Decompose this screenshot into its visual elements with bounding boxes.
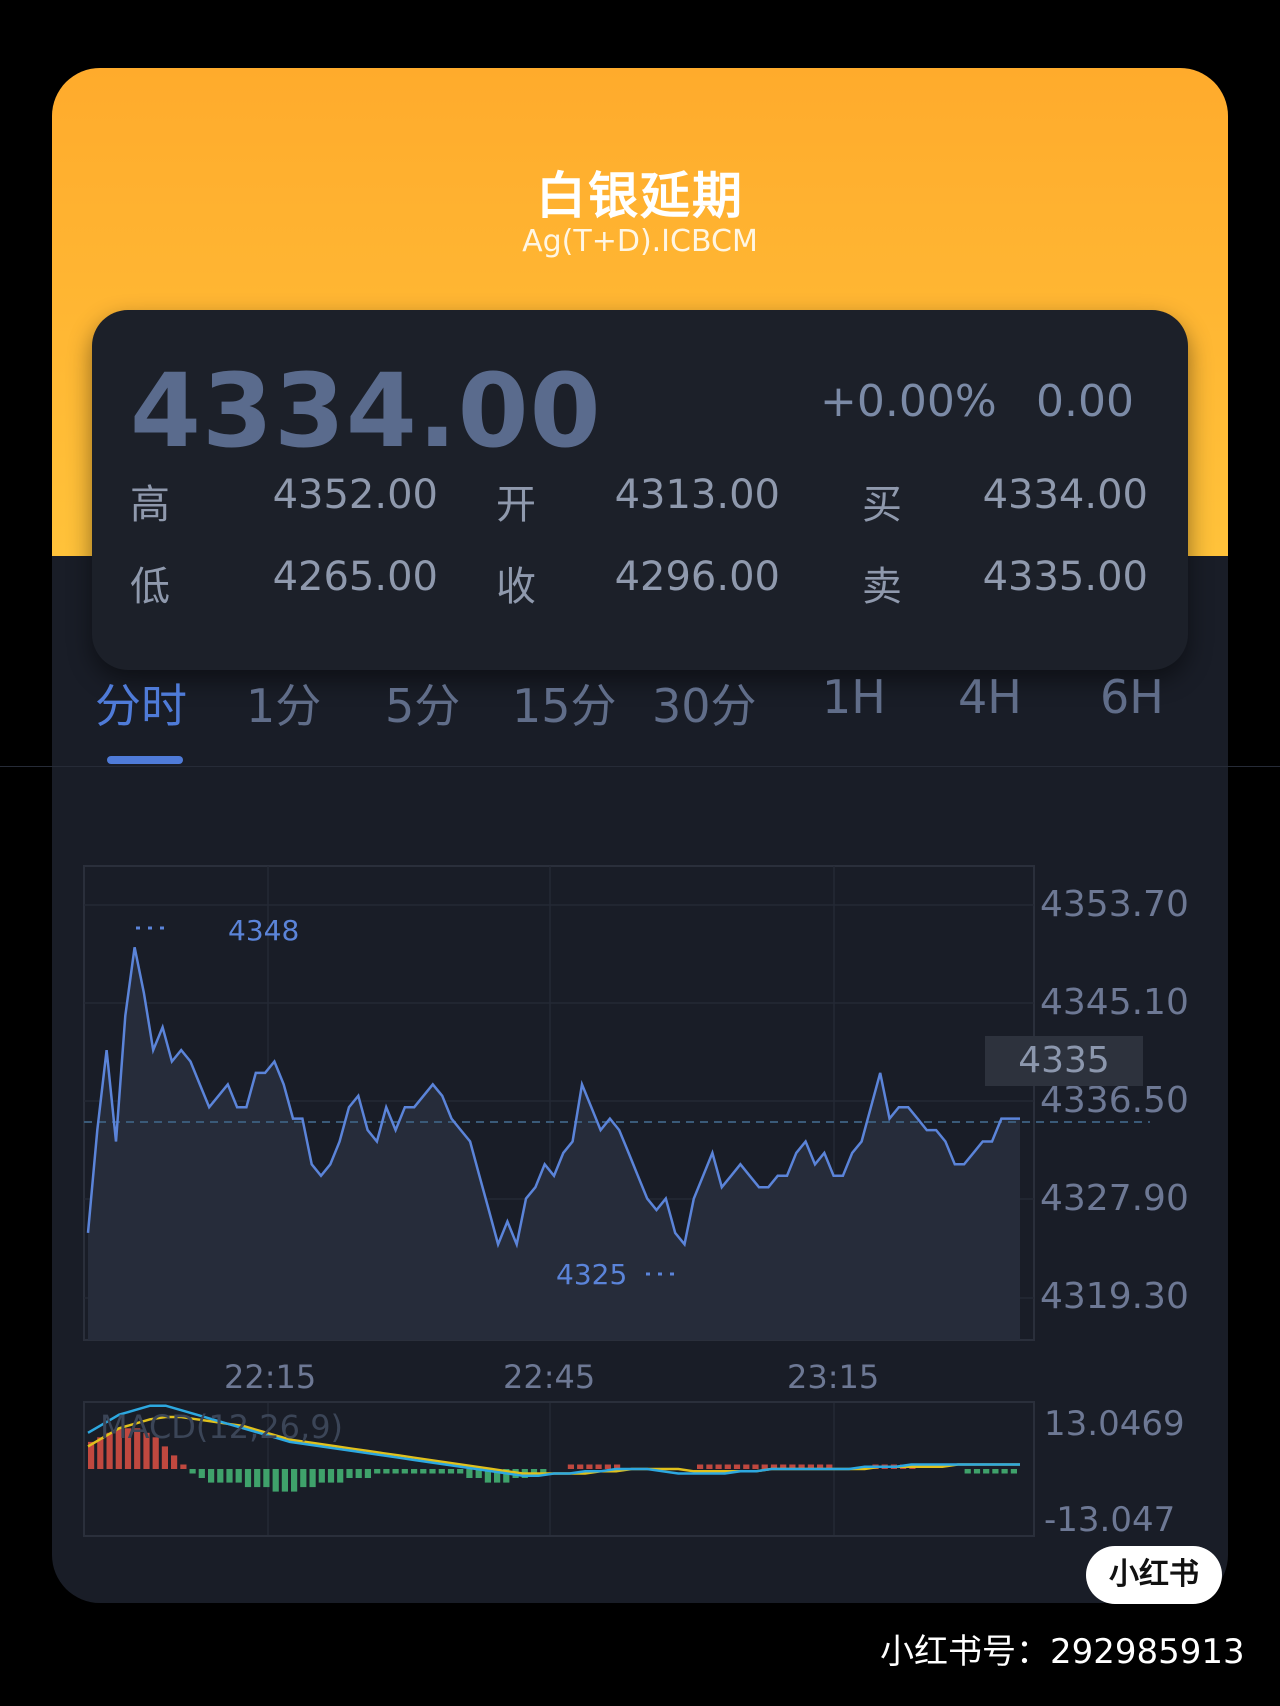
macd-bar: [447, 1469, 455, 1474]
y-tick: 4336.50: [1040, 1080, 1189, 1121]
macd-bar: [411, 1469, 418, 1474]
macd-bar: [697, 1464, 704, 1469]
y-tick: 4345.10: [1040, 982, 1189, 1023]
macd-bar: [420, 1469, 427, 1474]
macd-bar: [208, 1469, 215, 1483]
y-tick: 4353.70: [1040, 884, 1189, 925]
macd-bar: [235, 1469, 242, 1483]
y-tick: 4327.90: [1040, 1178, 1189, 1219]
macd-bar: [567, 1464, 574, 1469]
macd-bar: [383, 1469, 390, 1474]
macd-bar: [401, 1469, 408, 1474]
macd-bar: [983, 1469, 990, 1474]
macd-bar: [752, 1464, 759, 1469]
macd-bar: [161, 1446, 168, 1469]
macd-bar: [272, 1469, 279, 1492]
macd-bar: [715, 1464, 722, 1469]
macd-bar: [577, 1464, 584, 1469]
macd-bar: [457, 1469, 464, 1474]
macd-bar: [604, 1464, 611, 1469]
macd-bar: [438, 1469, 445, 1474]
macd-bar: [171, 1455, 178, 1469]
macd-bar: [244, 1469, 252, 1488]
macd-tick-top: 13.0469: [1044, 1404, 1185, 1444]
macd-bar: [318, 1469, 325, 1483]
macd-bar: [346, 1469, 353, 1478]
macd-bar: [291, 1469, 298, 1492]
x-tick: 22:45: [503, 1358, 596, 1396]
x-tick: 22:15: [224, 1358, 317, 1396]
macd-bar: [429, 1469, 436, 1474]
macd-bar: [364, 1469, 371, 1478]
macd-label: MACD(12,26,9): [100, 1408, 344, 1446]
macd-bar: [706, 1464, 713, 1469]
price-area: [88, 947, 1020, 1340]
macd-bar: [374, 1469, 381, 1474]
macd-bar: [724, 1464, 731, 1469]
macd-bar: [198, 1469, 205, 1478]
macd-bar: [337, 1469, 344, 1483]
macd-bar: [743, 1464, 750, 1469]
macd-bar: [309, 1469, 316, 1488]
macd-bar: [466, 1469, 473, 1478]
macd-bar: [1001, 1469, 1008, 1474]
macd-bar: [392, 1469, 399, 1474]
macd-bar: [300, 1469, 307, 1488]
macd-bar: [263, 1469, 270, 1488]
macd-bar: [355, 1469, 362, 1478]
x-tick: 23:15: [787, 1358, 880, 1396]
macd-bar: [281, 1469, 288, 1492]
macd-bar: [595, 1464, 602, 1469]
y-tick: 4319.30: [1040, 1276, 1189, 1317]
macd-bar: [327, 1469, 335, 1483]
macd-bar: [992, 1469, 999, 1474]
macd-bar: [973, 1469, 981, 1474]
macd-bar: [217, 1469, 224, 1483]
macd-tick-bottom: -13.047: [1044, 1500, 1176, 1540]
macd-bar: [733, 1464, 741, 1469]
macd-bar: [1010, 1469, 1017, 1474]
macd-bar: [180, 1464, 187, 1469]
macd-bar: [226, 1469, 233, 1483]
macd-bar: [254, 1469, 261, 1488]
price-chart[interactable]: 4348 4325: [0, 0, 1280, 1706]
macd-bar: [761, 1464, 768, 1469]
macd-bar: [586, 1464, 593, 1469]
max-marker-label: 4348: [228, 914, 299, 947]
watermark-footer: 小红书号：292985913: [880, 1632, 1245, 1672]
macd-bar: [189, 1469, 196, 1474]
watermark-badge: 小红书: [1086, 1546, 1222, 1604]
current-price-tag: 4335: [985, 1036, 1143, 1086]
min-marker-label: 4325: [556, 1258, 627, 1291]
macd-bar: [964, 1469, 971, 1474]
